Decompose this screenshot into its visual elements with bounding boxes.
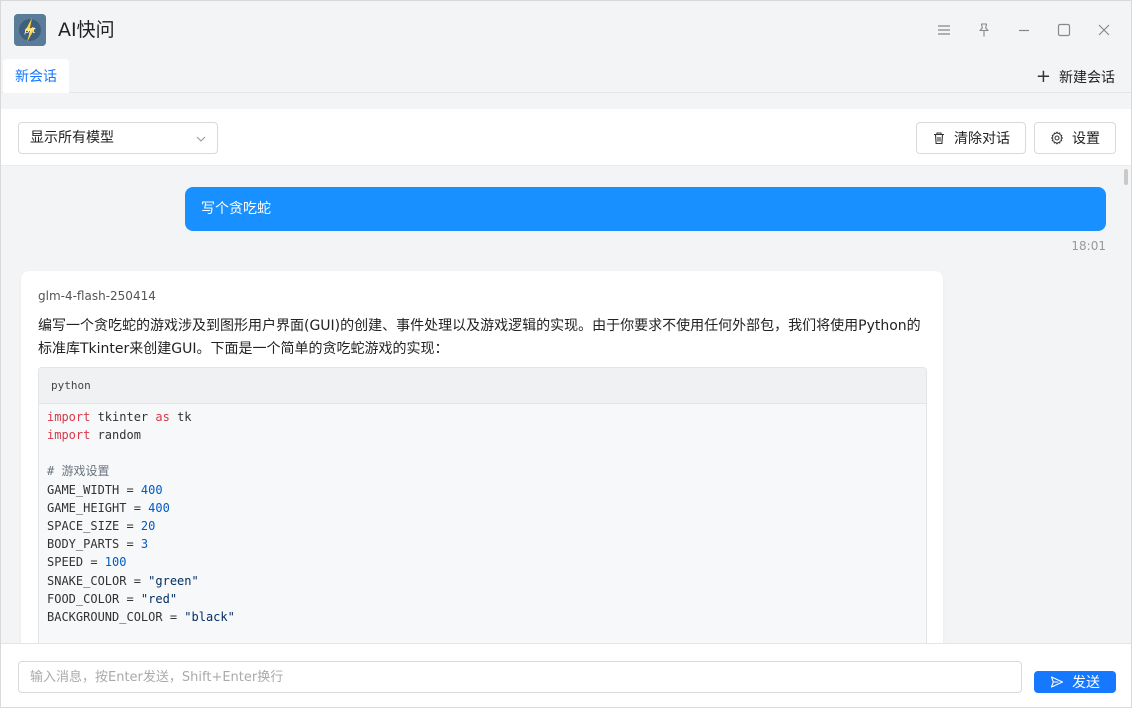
- send-button[interactable]: 发送: [1034, 671, 1116, 693]
- code-line: GAME_WIDTH = 400: [47, 482, 163, 497]
- close-icon[interactable]: [1094, 20, 1114, 40]
- plus-icon: +: [1035, 66, 1051, 87]
- ai-message-card: glm-4-flash-250414 编写一个贪吃蛇的游戏涉及到图形用户界面(G…: [21, 271, 943, 643]
- code-content: import tkinter as tk import random # 游戏设…: [39, 404, 926, 626]
- ai-model-name: glm-4-flash-250414: [38, 289, 156, 303]
- chat-area[interactable]: 写个贪吃蛇 18:01 glm-4-flash-250414 编写一个贪吃蛇的游…: [1, 167, 1125, 643]
- clear-chat-label: 清除对话: [954, 131, 1010, 147]
- pin-icon[interactable]: [974, 20, 994, 40]
- tab-new-session[interactable]: 新会话: [3, 59, 69, 93]
- send-icon: [1050, 676, 1064, 688]
- model-select[interactable]: 显示所有模型: [18, 122, 218, 154]
- code-line: GAME_HEIGHT = 400: [47, 500, 170, 515]
- scrollbar-thumb[interactable]: [1124, 169, 1128, 185]
- code-line: SPACE_SIZE = 20: [47, 518, 156, 533]
- maximize-icon[interactable]: [1054, 20, 1074, 40]
- gear-icon: [1051, 131, 1063, 145]
- trash-icon: [934, 132, 944, 145]
- chat-scrollbar[interactable]: [1123, 167, 1129, 643]
- settings-button[interactable]: 设置: [1034, 122, 1116, 154]
- message-timestamp: 18:01: [1071, 239, 1106, 253]
- app-window: p/t AI快问 新会话 + 新建会话 显示所有模型 清除对话 设置 写个贪吃蛇…: [0, 0, 1132, 708]
- code-line: import random: [47, 428, 141, 443]
- minimize-icon[interactable]: [1014, 20, 1034, 40]
- clear-chat-button[interactable]: 清除对话: [916, 122, 1026, 154]
- code-line: FOOD_COLOR = "red": [47, 591, 178, 606]
- model-select-value: 显示所有模型: [30, 130, 114, 146]
- settings-label: 设置: [1072, 131, 1100, 147]
- code-language-label: python: [39, 368, 926, 404]
- ai-message-text: 编写一个贪吃蛇的游戏涉及到图形用户界面(GUI)的创建、事件处理以及游戏逻辑的实…: [38, 318, 921, 357]
- app-title: AI快问: [58, 19, 115, 41]
- user-message: 写个贪吃蛇: [185, 187, 1106, 231]
- code-line: # 游戏设置: [47, 464, 110, 479]
- message-input[interactable]: [18, 661, 1022, 693]
- chevron-down-icon: [196, 136, 206, 142]
- code-line: SNAKE_COLOR = "green": [47, 573, 199, 588]
- title-bar: p/t AI快问: [1, 1, 1131, 59]
- code-line: BODY_PARTS = 3: [47, 537, 149, 552]
- menu-icon[interactable]: [934, 20, 954, 40]
- app-logo-icon: p/t: [14, 14, 46, 46]
- code-line: SPEED = 100: [47, 555, 127, 570]
- send-label: 发送: [1072, 675, 1100, 691]
- tab-bar: 新会话 + 新建会话: [1, 59, 1131, 93]
- chat-toolbar: 显示所有模型 清除对话 设置: [1, 109, 1131, 166]
- svg-text:p/t: p/t: [24, 26, 37, 35]
- code-block: python import tkinter as tk import rando…: [38, 367, 927, 643]
- new-chat-label: 新建会话: [1059, 70, 1115, 86]
- code-line: BACKGROUND_COLOR = "black": [47, 609, 235, 624]
- message-input-area: 发送: [1, 643, 1131, 707]
- new-chat-button[interactable]: + 新建会话: [1036, 67, 1115, 87]
- code-line: import tkinter as tk: [47, 410, 192, 424]
